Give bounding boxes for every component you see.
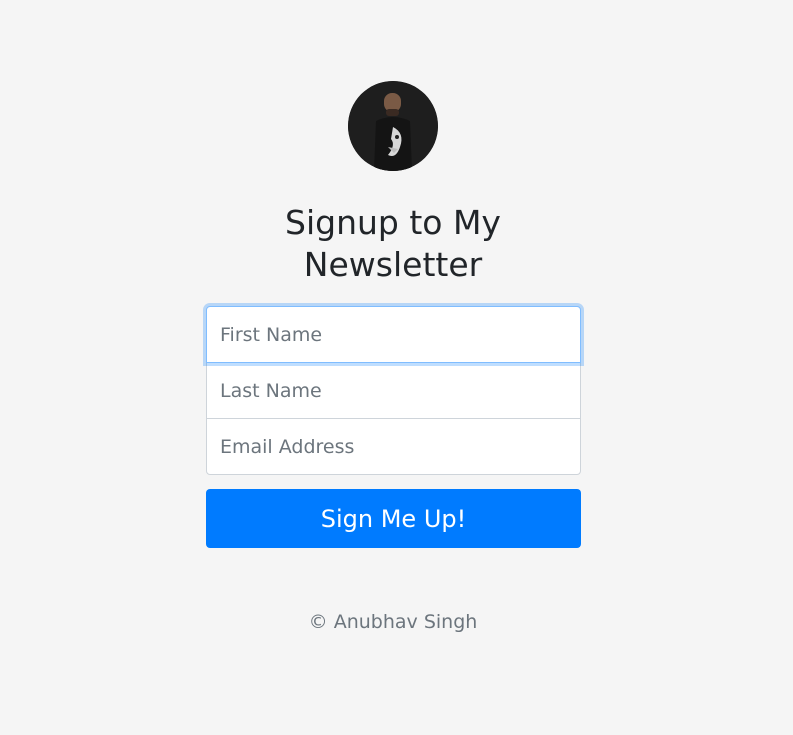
page-title: Signup to My Newsletter — [193, 202, 593, 286]
title-line-1: Signup to My — [285, 203, 501, 242]
person-portrait-icon — [348, 81, 438, 171]
sign-up-button[interactable]: Sign Me Up! — [206, 489, 581, 548]
signup-form: Sign Me Up! — [206, 306, 581, 548]
signup-page: Signup to My Newsletter Sign Me Up! © An… — [0, 0, 793, 735]
first-name-input[interactable] — [206, 306, 581, 363]
last-name-input[interactable] — [206, 362, 581, 419]
email-input[interactable] — [206, 418, 581, 475]
copyright-footer: © Anubhav Singh — [308, 611, 478, 633]
avatar — [348, 81, 438, 171]
title-line-2: Newsletter — [303, 245, 483, 284]
